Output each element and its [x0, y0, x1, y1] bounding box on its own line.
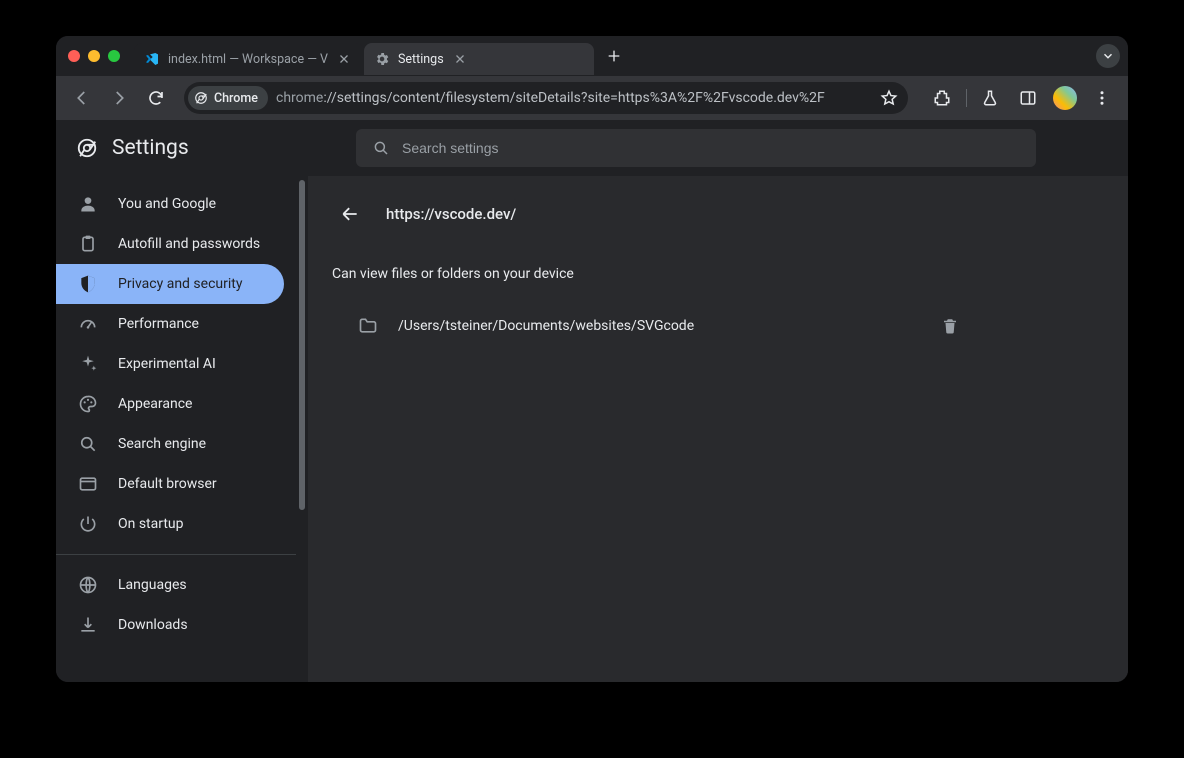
sidebar-scrollbar[interactable]	[296, 176, 308, 636]
sidebar-item-languages[interactable]: Languages	[56, 565, 284, 605]
permission-section-label: Can view files or folders on your device	[332, 266, 964, 282]
reload-button[interactable]	[141, 82, 172, 114]
browser-icon	[78, 474, 98, 494]
sidebar-item-label: Experimental AI	[118, 356, 216, 372]
chrome-chip: Chrome	[188, 86, 268, 110]
chrome-icon	[194, 91, 208, 105]
bookmark-star-icon[interactable]	[880, 89, 898, 107]
speedometer-icon	[78, 314, 98, 334]
new-tab-button[interactable]	[600, 42, 628, 70]
profile-avatar[interactable]	[1049, 82, 1080, 114]
settings-body: You and Google Autofill and passwords Pr…	[56, 176, 1128, 682]
detail-header: https://vscode.dev/	[332, 190, 964, 238]
chrome-chip-label: Chrome	[214, 91, 258, 106]
sidebar-item-label: You and Google	[118, 196, 216, 212]
search-icon	[372, 139, 390, 157]
browser-window: index.html — Workspace — V Settings	[56, 36, 1128, 682]
tab-title: index.html — Workspace — V	[168, 52, 328, 67]
file-path-text: /Users/tsteiner/Documents/websites/SVGco…	[398, 318, 912, 334]
tabs-dropdown-button[interactable]	[1096, 44, 1120, 68]
settings-main: https://vscode.dev/ Can view files or fo…	[308, 176, 1128, 682]
side-panel-button[interactable]	[1012, 82, 1043, 114]
detail-back-button[interactable]	[332, 196, 368, 232]
sidebar-item-label: Autofill and passwords	[118, 236, 260, 252]
settings-header: Settings	[56, 120, 1128, 176]
tab-strip: index.html — Workspace — V Settings	[56, 36, 1128, 76]
settings-search-input[interactable]	[402, 140, 1020, 156]
avatar-icon	[1053, 86, 1077, 110]
search-icon	[78, 434, 98, 454]
sidebar-item-label: Downloads	[118, 617, 188, 633]
globe-icon	[78, 575, 98, 595]
settings-brand: Settings	[76, 136, 336, 160]
file-permission-row: /Users/tsteiner/Documents/websites/SVGco…	[332, 308, 964, 344]
gear-icon	[374, 51, 390, 67]
settings-search[interactable]	[356, 129, 1036, 167]
url-text: chrome://settings/content/filesystem/sit…	[276, 90, 872, 106]
window-minimize-button[interactable]	[88, 50, 100, 62]
forward-button[interactable]	[103, 82, 134, 114]
delete-button[interactable]	[932, 308, 968, 344]
close-icon[interactable]	[452, 51, 468, 67]
sidebar-item-search-engine[interactable]: Search engine	[56, 424, 284, 464]
sidebar-item-autofill[interactable]: Autofill and passwords	[56, 224, 284, 264]
sidebar-item-label: Default browser	[118, 476, 217, 492]
settings-sidebar-wrap: You and Google Autofill and passwords Pr…	[56, 176, 308, 682]
sidebar-item-on-startup[interactable]: On startup	[56, 504, 284, 544]
sidebar-item-downloads[interactable]: Downloads	[56, 605, 284, 645]
scrollbar-thumb[interactable]	[299, 180, 305, 510]
sidebar-item-label: Privacy and security	[118, 276, 242, 292]
extensions-button[interactable]	[926, 82, 957, 114]
clipboard-icon	[78, 234, 98, 254]
browser-toolbar: Chrome chrome://settings/content/filesys…	[56, 76, 1128, 120]
chrome-menu-button[interactable]	[1087, 82, 1118, 114]
tab-settings[interactable]: Settings	[364, 43, 594, 75]
sidebar-item-appearance[interactable]: Appearance	[56, 384, 284, 424]
tab-title: Settings	[398, 52, 444, 67]
address-bar[interactable]: Chrome chrome://settings/content/filesys…	[184, 82, 908, 114]
settings-page: Settings You and Google Autofill and pas…	[56, 120, 1128, 682]
vscode-icon	[144, 51, 160, 67]
chrome-logo-icon	[76, 137, 98, 159]
sidebar-item-label: Performance	[118, 316, 199, 332]
power-icon	[78, 514, 98, 534]
close-icon[interactable]	[336, 51, 352, 67]
palette-icon	[78, 394, 98, 414]
shield-icon	[78, 274, 98, 294]
sidebar-item-label: Languages	[118, 577, 187, 593]
download-icon	[78, 615, 98, 635]
sidebar-item-label: On startup	[118, 516, 184, 532]
site-detail-card: https://vscode.dev/ Can view files or fo…	[308, 176, 988, 368]
sidebar-item-default-browser[interactable]: Default browser	[56, 464, 284, 504]
sidebar-item-privacy-security[interactable]: Privacy and security	[56, 264, 284, 304]
settings-sidebar: You and Google Autofill and passwords Pr…	[56, 176, 296, 682]
folder-icon	[358, 316, 378, 336]
toolbar-separator	[966, 89, 967, 107]
tab-vscode[interactable]: index.html — Workspace — V	[134, 43, 364, 75]
window-maximize-button[interactable]	[108, 50, 120, 62]
sidebar-item-you-and-google[interactable]: You and Google	[56, 184, 284, 224]
window-close-button[interactable]	[68, 50, 80, 62]
sidebar-divider	[56, 554, 296, 555]
back-button[interactable]	[66, 82, 97, 114]
sidebar-item-experimental-ai[interactable]: Experimental AI	[56, 344, 284, 384]
labs-button[interactable]	[975, 82, 1006, 114]
sidebar-item-label: Search engine	[118, 436, 206, 452]
site-url-text: https://vscode.dev/	[386, 205, 516, 223]
person-icon	[78, 194, 98, 214]
sidebar-item-performance[interactable]: Performance	[56, 304, 284, 344]
settings-title-text: Settings	[112, 136, 189, 160]
sparkle-icon	[78, 354, 98, 374]
sidebar-item-label: Appearance	[118, 396, 192, 412]
window-controls	[68, 50, 120, 62]
